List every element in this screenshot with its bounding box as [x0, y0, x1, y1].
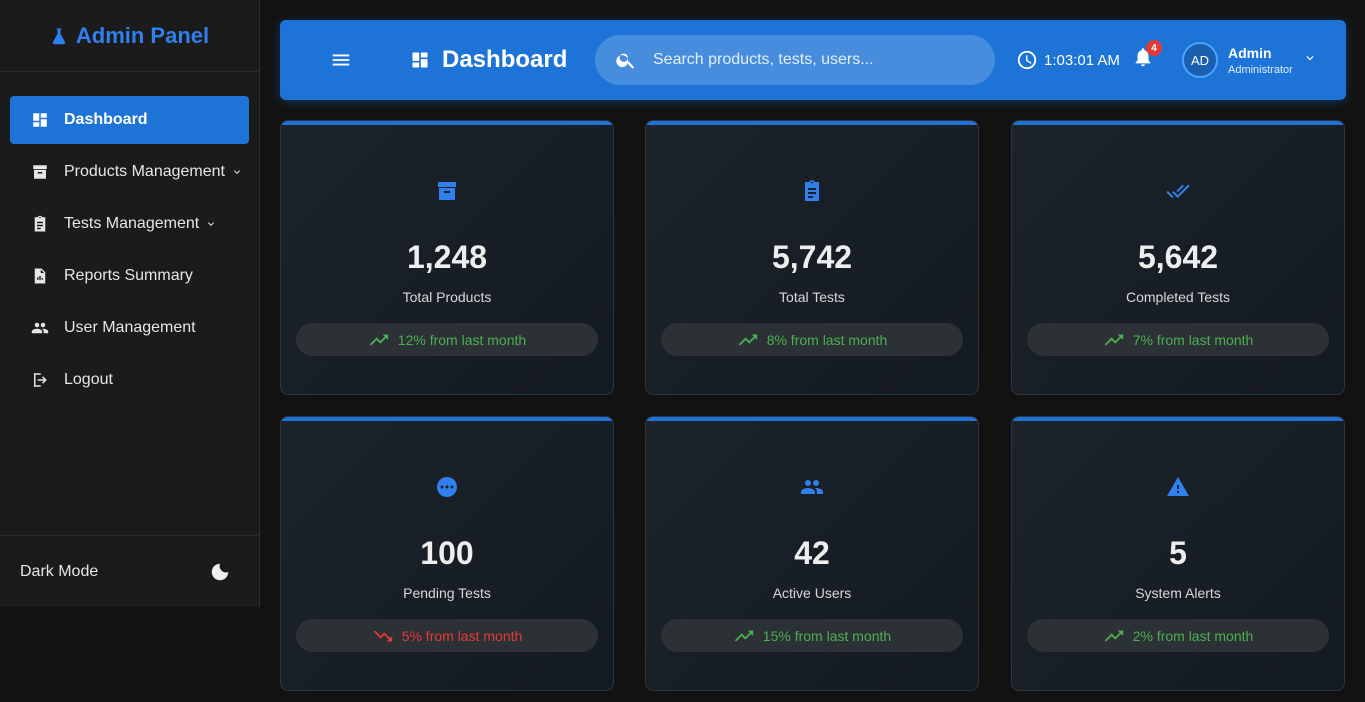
stat-trend: 5% from last month — [296, 619, 598, 652]
stat-value: 42 — [794, 535, 830, 571]
search-input[interactable] — [653, 51, 963, 69]
page-title: Dashboard — [410, 46, 567, 74]
stat-card-pending-tests[interactable]: 100 Pending Tests 5% from last month — [280, 416, 614, 691]
trending-up-icon — [1104, 334, 1123, 345]
clock: 1:03:01 AM — [1016, 49, 1120, 71]
dashboard-icon — [30, 110, 50, 130]
chevron-down-icon — [208, 222, 215, 226]
stat-label: Pending Tests — [403, 585, 491, 601]
stat-trend-text: 8% from last month — [766, 331, 888, 348]
stat-trend-text: 2% from last month — [1132, 627, 1254, 644]
sidebar-item-label: User Management — [64, 319, 196, 336]
moon-icon[interactable] — [209, 561, 231, 583]
double-check-icon — [1166, 184, 1190, 198]
stat-label: Completed Tests — [1125, 289, 1230, 305]
sidebar-item-dashboard[interactable]: Dashboard — [10, 96, 249, 144]
stat-trend-text: 12% from last month — [397, 331, 527, 348]
chevron-down-icon — [1303, 51, 1317, 70]
dark-mode-label: Dark Mode — [20, 562, 99, 580]
archive-icon — [30, 162, 50, 182]
stat-trend-text: 5% from last month — [401, 627, 523, 644]
notification-badge: 4 — [1146, 40, 1162, 56]
sidebar-item-reports-summary[interactable]: Reports Summary — [10, 252, 249, 300]
stat-value: 100 — [420, 535, 474, 571]
stat-value: 1,248 — [406, 239, 488, 275]
stat-label: Total Products — [402, 289, 492, 305]
brand[interactable]: Admin Panel — [0, 0, 259, 72]
stat-value: 5 — [1169, 535, 1187, 571]
trending-down-icon — [373, 630, 392, 641]
warning-icon — [1167, 477, 1189, 496]
sidebar: Admin Panel Dashboard Products Managemen… — [0, 0, 260, 607]
user-menu[interactable]: AD Admin Administrator — [1182, 42, 1317, 78]
user-role: Administrator — [1228, 63, 1293, 76]
sidebar-item-label: Logout — [64, 371, 113, 388]
flask-icon — [52, 28, 66, 44]
trending-up-icon — [369, 334, 388, 345]
clipboard-icon — [30, 214, 50, 234]
stat-trend: 2% from last month — [1027, 619, 1329, 652]
stat-trend: 8% from last month — [661, 323, 963, 356]
sidebar-item-tests-management[interactable]: Tests Management — [10, 200, 249, 248]
stat-card-completed-tests[interactable]: 5,642 Completed Tests 7% from last month — [1011, 120, 1345, 395]
sidebar-item-products-management[interactable]: Products Management — [10, 148, 249, 196]
menu-icon[interactable] — [330, 49, 352, 71]
stat-label: Total Tests — [779, 289, 845, 305]
chevron-down-icon — [233, 170, 240, 174]
sidebar-item-label: Tests Management — [64, 215, 200, 232]
stat-value: 5,742 — [771, 239, 853, 275]
brand-title: Admin Panel — [75, 22, 210, 48]
top-bar: Dashboard 1:03:01 AM 4 AD Admin Administ… — [280, 20, 1346, 100]
stat-label: Active Users — [772, 585, 852, 601]
clock-time: 1:03:01 AM — [1044, 51, 1120, 69]
sidebar-item-user-management[interactable]: User Management — [10, 304, 249, 352]
dashboard-icon — [412, 52, 428, 68]
notifications-button[interactable]: 4 — [1132, 40, 1162, 70]
search-bar — [595, 35, 995, 85]
stat-trend: 15% from last month — [661, 619, 963, 652]
stat-card-active-users[interactable]: 42 Active Users 15% from last month — [645, 416, 979, 691]
trending-up-icon — [734, 630, 753, 641]
report-icon — [30, 266, 50, 286]
pending-icon — [437, 477, 457, 497]
stat-card-total-tests[interactable]: 5,742 Total Tests 8% from last month — [645, 120, 979, 395]
logout-icon — [30, 370, 50, 390]
archive-icon — [438, 182, 456, 200]
stat-card-total-products[interactable]: 1,248 Total Products 12% from last month — [280, 120, 614, 395]
users-icon — [801, 480, 823, 494]
users-icon — [30, 318, 50, 338]
stat-trend: 7% from last month — [1027, 323, 1329, 356]
stat-trend-text: 15% from last month — [762, 627, 892, 644]
dark-mode-toggle-row: Dark Mode — [0, 535, 259, 607]
clock-icon — [1017, 50, 1037, 70]
sidebar-nav: Dashboard Products Management Tests Mana… — [0, 72, 259, 404]
sidebar-item-label: Reports Summary — [64, 267, 193, 284]
stat-trend-text: 7% from last month — [1132, 331, 1254, 348]
sidebar-item-label: Dashboard — [64, 111, 148, 128]
stat-value: 5,642 — [1137, 239, 1219, 275]
sidebar-item-logout[interactable]: Logout — [10, 356, 249, 404]
user-info: Admin Administrator — [1228, 45, 1293, 76]
stat-card-system-alerts[interactable]: 5 System Alerts 2% from last month — [1011, 416, 1345, 691]
user-name: Admin — [1228, 44, 1272, 61]
stat-trend: 12% from last month — [296, 323, 598, 356]
clipboard-icon — [805, 180, 819, 201]
page-title-text: Dashboard — [442, 46, 568, 73]
avatar: AD — [1182, 42, 1218, 78]
sidebar-item-label: Products Management — [64, 163, 225, 180]
trending-up-icon — [738, 334, 757, 345]
trending-up-icon — [1104, 630, 1123, 641]
search-icon — [616, 53, 635, 69]
stat-label: System Alerts — [1135, 585, 1221, 601]
